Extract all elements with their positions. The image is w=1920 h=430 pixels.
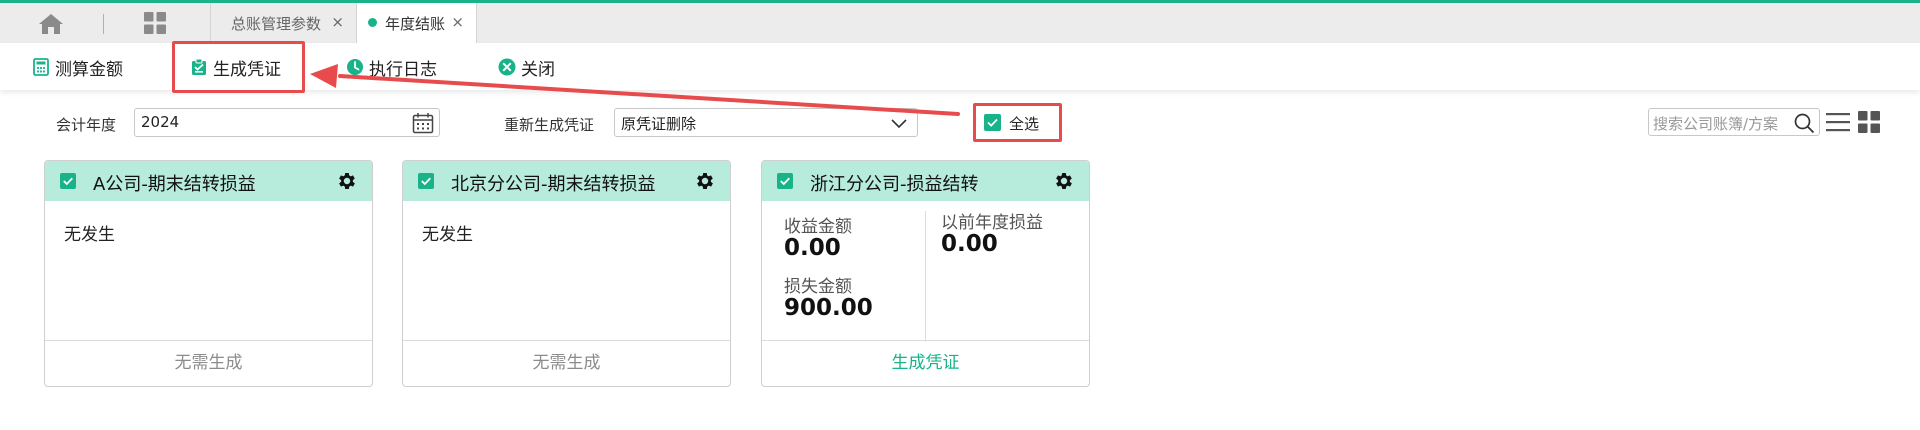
annotation-arrow	[310, 64, 960, 116]
